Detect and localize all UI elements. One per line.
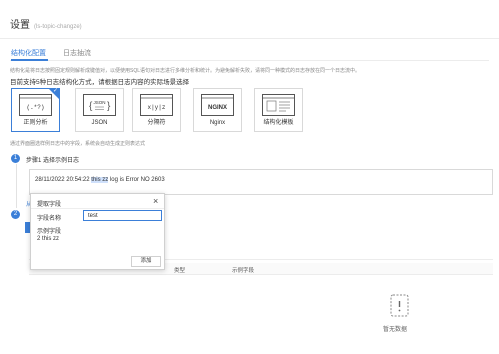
method-label-json: JSON <box>91 120 108 126</box>
no-data-icon <box>390 294 409 317</box>
template-icon <box>262 94 295 116</box>
step-1-badge: 1 <box>11 154 20 163</box>
method-label-delimiter: 分隔符 <box>147 120 166 126</box>
example-label: 示例字段 <box>37 229 62 235</box>
page-title-text: 设置 <box>10 20 30 31</box>
sample-log-prefix: 28/11/2022 20:54:22 <box>35 177 92 183</box>
check-icon: ✓ <box>52 88 58 94</box>
header-divider <box>0 38 499 39</box>
method-label-regex: 正则分析 <box>23 120 48 126</box>
json-glyph: JSON <box>93 100 105 105</box>
tab-log-extract[interactable]: 日志抽流 <box>63 48 91 58</box>
active-tab-indicator <box>11 59 48 61</box>
step-2-badge: 2 <box>11 210 20 219</box>
page-title: 设置 (ls-topic-changze) <box>10 16 82 31</box>
no-data-text: 暂无数据 <box>383 327 408 333</box>
topic-name: (ls-topic-changze) <box>34 24 82 30</box>
nginx-glyph: NGINX <box>208 105 227 111</box>
tab-structured-config[interactable]: 结构化配置 <box>11 48 46 58</box>
method-card-delimiter[interactable]: x|y|z 分隔符 <box>132 88 181 132</box>
close-icon[interactable]: × <box>153 196 158 206</box>
method-label-nginx: Nginx <box>209 120 226 126</box>
method-card-regex[interactable]: (.*?) 正则分析 ✓ <box>11 88 60 132</box>
extract-field-popup: 提取字段 × 字段名称 示例字段 2 this zz 添加 <box>30 193 165 270</box>
delimiter-glyph: x|y|z <box>147 104 165 111</box>
add-button[interactable]: 添加 <box>131 256 161 267</box>
delimiter-icon: x|y|z <box>140 94 173 116</box>
json-icon: { } JSON <box>83 94 116 116</box>
sample-log-suffix: log is Error NO 2603 <box>108 177 165 183</box>
method-card-json[interactable]: { } JSON JSON <box>75 88 124 132</box>
example-value: 2 this zz <box>37 236 60 242</box>
nginx-icon: NGINX <box>201 94 234 116</box>
method-label-template: 结构化模板 <box>263 120 294 126</box>
method-prompt: 目前支持5种日志结构化方式，请根据日志内容的实际场景选择 <box>10 79 190 86</box>
field-name-input[interactable] <box>83 210 162 221</box>
structuring-description: 结构化是将日志按照固定规则解析成键值对，以便使用SQL语句对日志进行多维分析和统… <box>10 68 361 74</box>
sample-log-text[interactable]: 28/11/2022 20:54:22 this zz log is Error… <box>35 177 165 183</box>
method-card-nginx[interactable]: NGINX Nginx <box>193 88 242 132</box>
col-header-type: 类型 <box>174 268 186 274</box>
method-card-template[interactable]: 结构化模板 <box>254 88 303 132</box>
sample-log-selection[interactable]: this zz <box>91 177 109 183</box>
regex-glyph: (.*?) <box>26 104 44 111</box>
table-header-border <box>29 274 493 275</box>
tabs-divider <box>10 60 489 61</box>
col-header-example: 示例字段 <box>232 268 255 274</box>
popup-title: 提取字段 <box>37 202 62 208</box>
popup-divider <box>31 208 164 209</box>
field-name-label: 字段名称 <box>37 216 62 222</box>
step-1-label: 步骤1 选择示例日志 <box>26 158 80 164</box>
method-note: 通过界面圈选样例日志中的字段，系统会自动生成正则表达式 <box>10 141 146 147</box>
step-connector <box>15 164 17 208</box>
